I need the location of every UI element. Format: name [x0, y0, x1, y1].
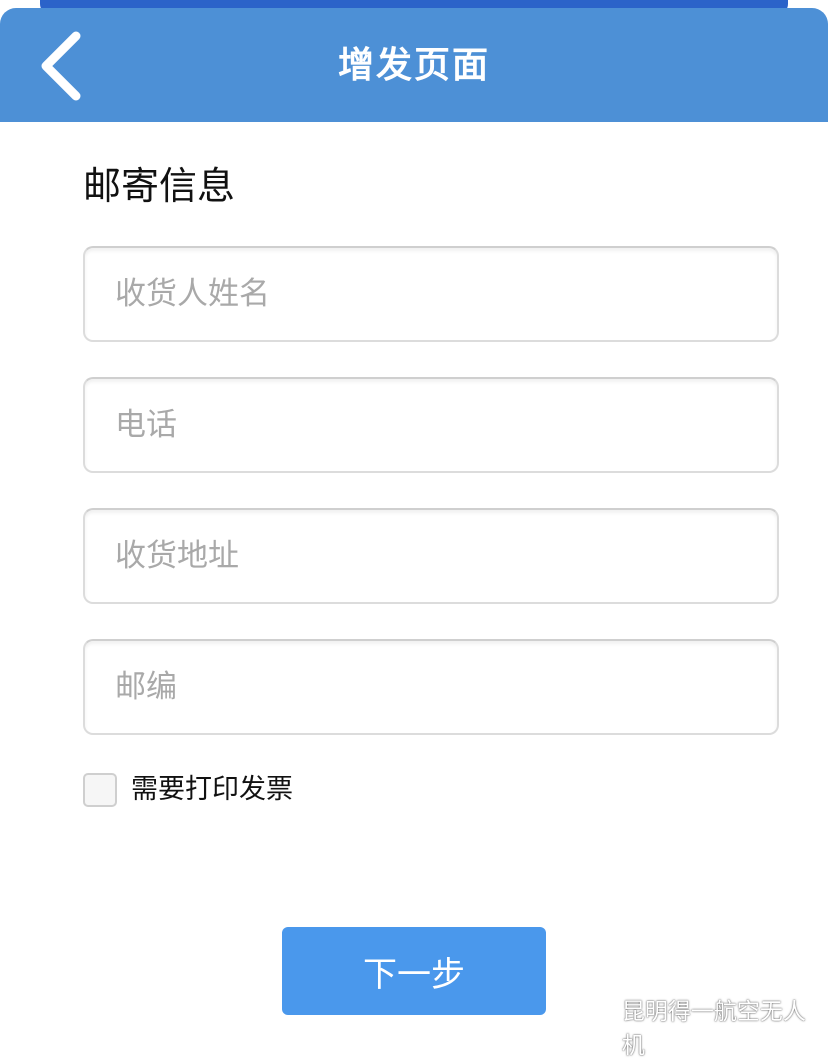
invoice-checkbox[interactable]: [83, 773, 117, 807]
page: 增发页面 邮寄信息 需要打印发票 下一步 昆明得一航空无人机: [0, 0, 828, 1060]
section-title: 邮寄信息: [83, 164, 236, 208]
recipient-name-field[interactable]: [83, 246, 779, 342]
next-button[interactable]: 下一步: [282, 927, 546, 1015]
invoice-checkbox-row[interactable]: 需要打印发票: [83, 770, 293, 810]
recipient-name-input[interactable]: [85, 248, 777, 340]
wechat-icon: [588, 1016, 616, 1035]
address-field[interactable]: [83, 508, 779, 604]
postcode-input[interactable]: [85, 641, 777, 733]
invoice-checkbox-label[interactable]: 需要打印发票: [131, 770, 293, 810]
header-bar: 增发页面: [0, 8, 828, 122]
watermark-text: 昆明得一航空无人机: [621, 999, 806, 1059]
page-title: 增发页面: [337, 45, 490, 86]
phone-input[interactable]: [85, 379, 777, 471]
postcode-field[interactable]: [83, 639, 779, 735]
address-input[interactable]: [85, 510, 777, 602]
watermark: 昆明得一航空无人机: [588, 999, 828, 1059]
phone-field[interactable]: [83, 377, 779, 473]
